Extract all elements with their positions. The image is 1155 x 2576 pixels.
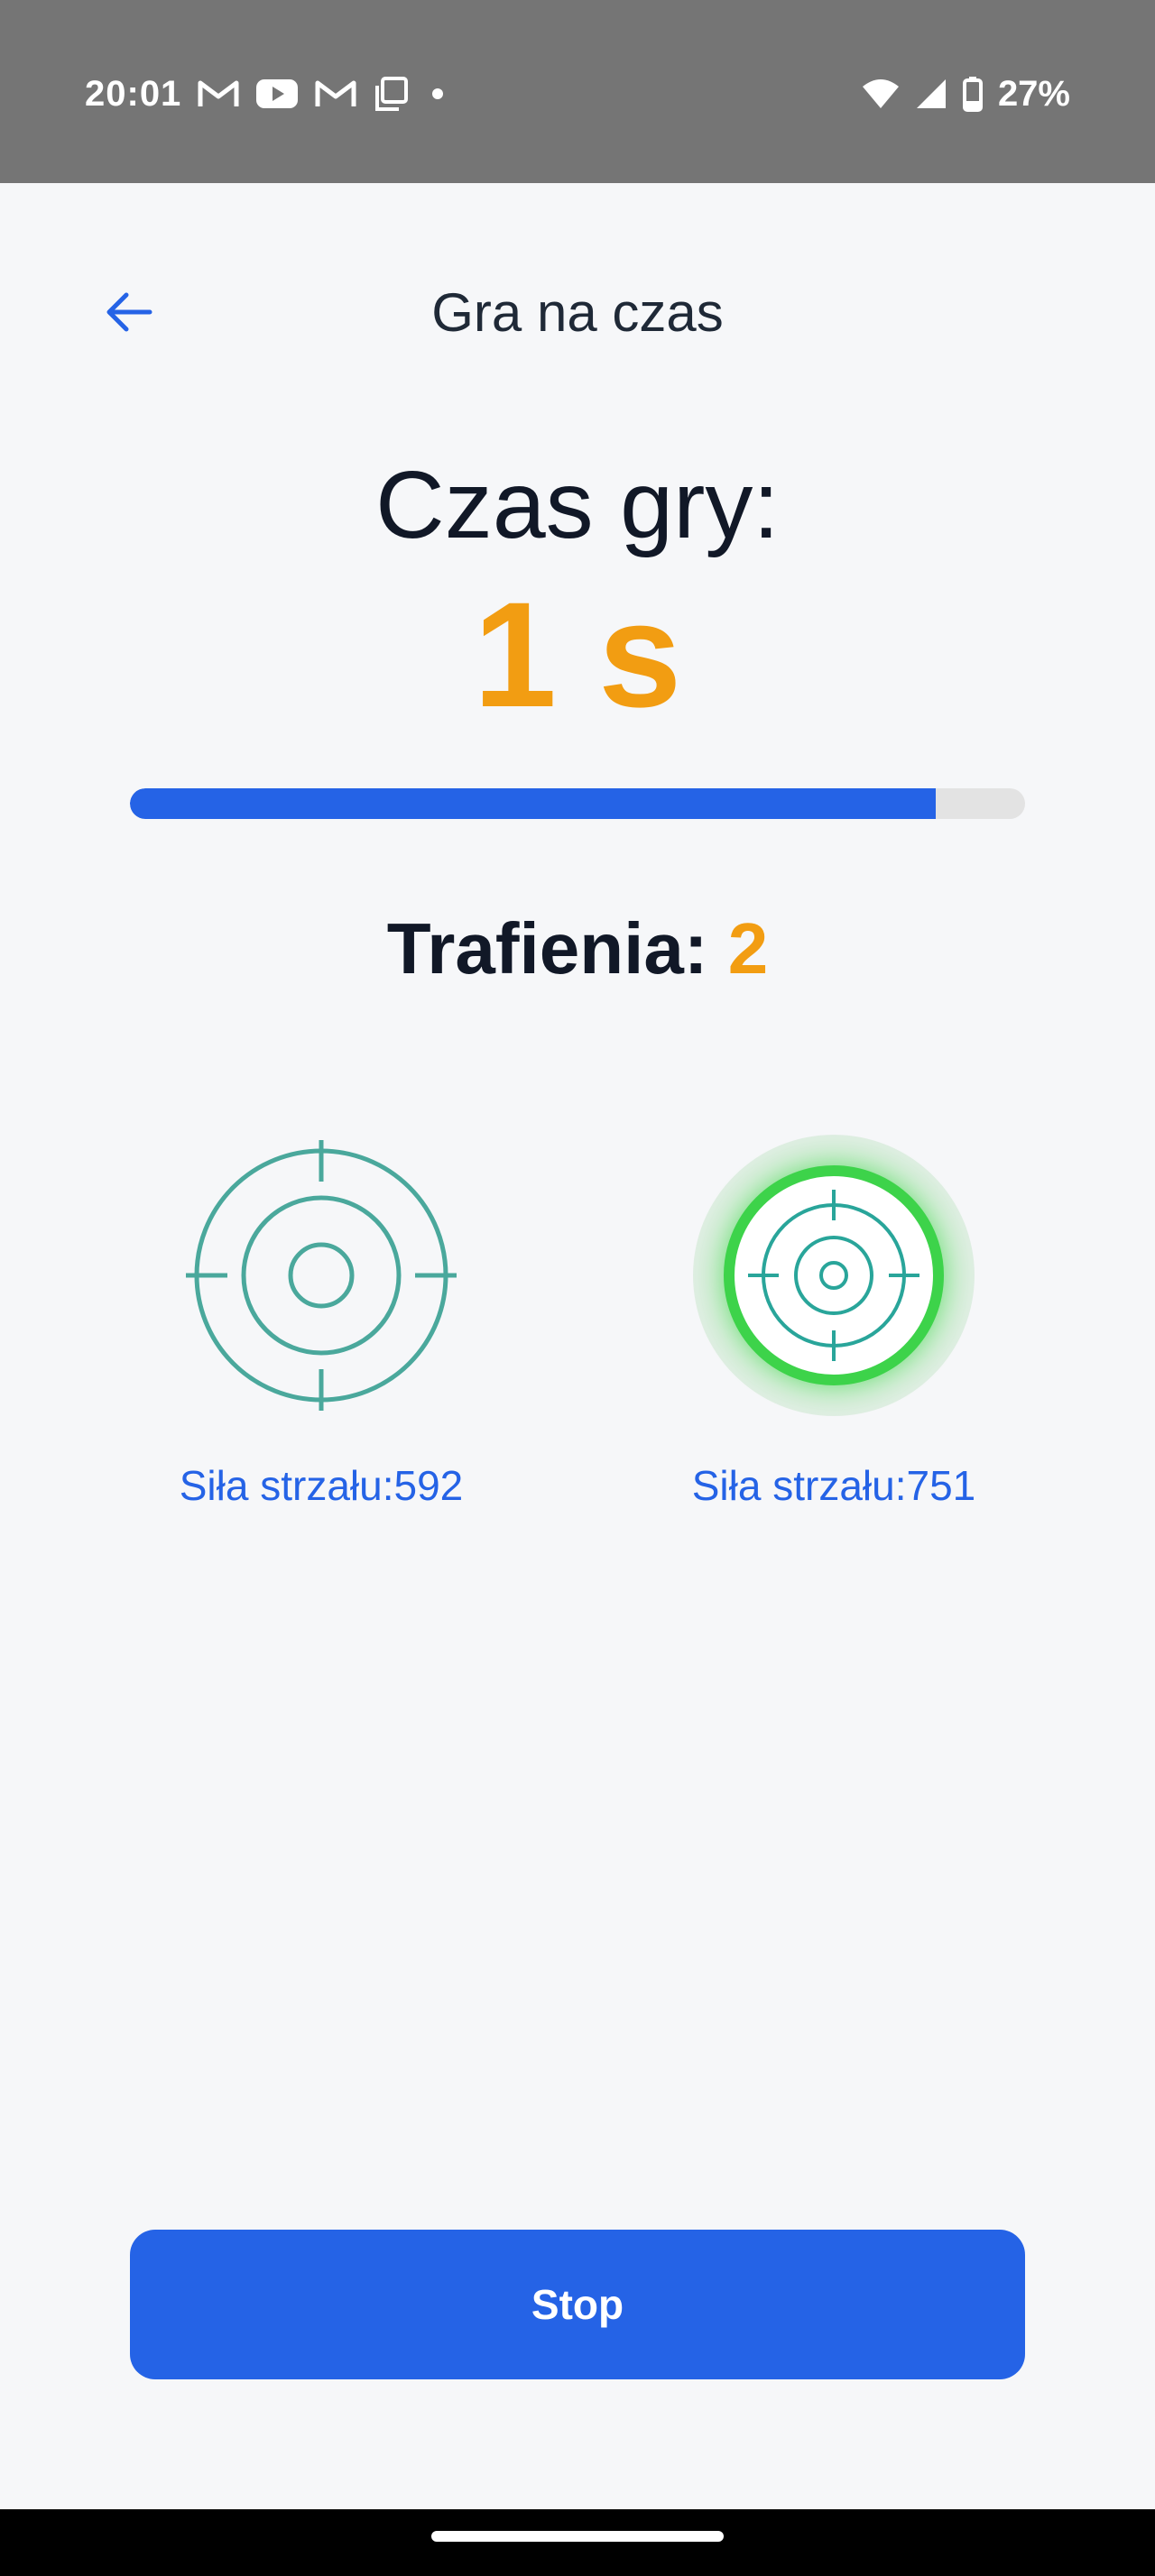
game-time-value: 1 s [473,572,682,739]
status-left: 20:01 [85,67,444,121]
game-time-label: Czas gry: [375,452,780,558]
time-progress-fill [130,788,936,819]
stop-button[interactable]: Stop [130,2230,1025,2379]
crosshair-icon [748,1190,919,1361]
hits-row: Trafienia: 2 [0,907,1155,990]
hits-count: 2 [727,908,769,989]
time-progress-bar [130,788,1025,819]
dot-icon [432,88,444,99]
top-app-bar: Gra na czas [0,244,1155,379]
gmail-icon [315,78,356,110]
gmail-icon [198,78,239,110]
crosshair-icon [186,1140,457,1411]
battery-icon [962,76,984,112]
home-gesture-handle[interactable] [431,2531,724,2542]
system-navigation-bar [0,2509,1155,2576]
status-right: 27% [861,67,1070,121]
youtube-icon [255,78,299,110]
copy-icon [373,76,409,112]
signal-icon [915,78,947,110]
target-button-2-active[interactable] [693,1135,975,1416]
target-button-1[interactable] [186,1140,457,1411]
shot-power-label: Siła strzału:592 [179,1462,464,1509]
battery-percent: 27% [997,73,1070,114]
hits-label: Trafienia: [386,908,708,989]
shot-power-label: Siła strzału:751 [691,1462,976,1509]
status-time: 20:01 [85,73,182,114]
wifi-icon [861,78,901,110]
status-bar: 20:01 27% [0,0,1155,183]
screen-title: Gra na czas [431,282,724,343]
